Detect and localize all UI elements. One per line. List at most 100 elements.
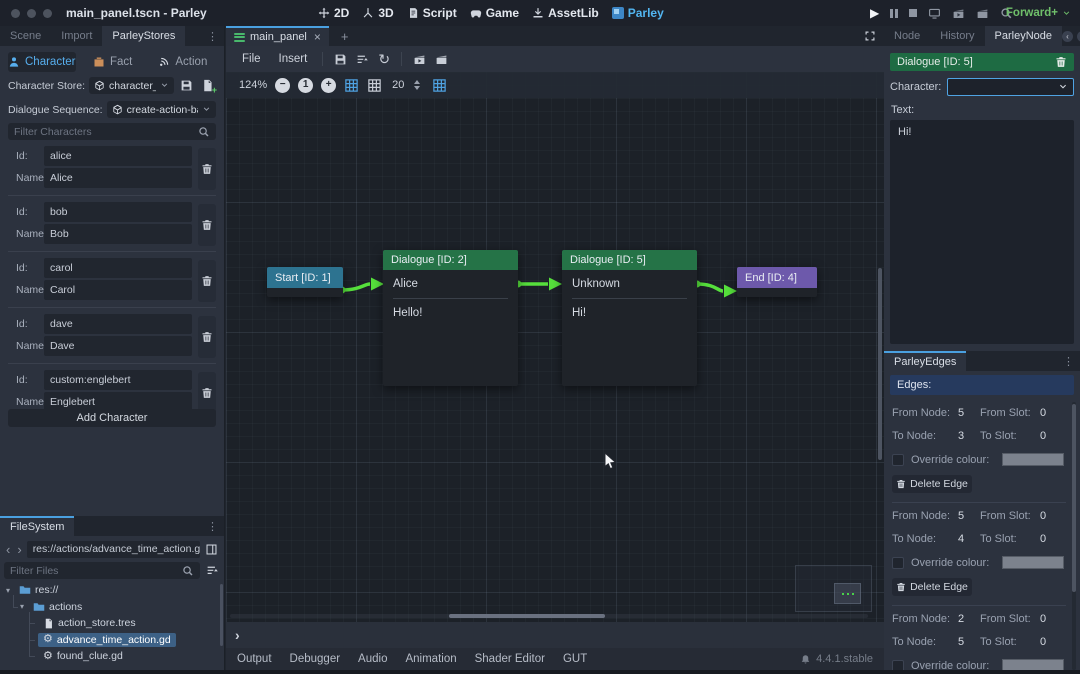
to-node-value[interactable]: 3 (958, 430, 980, 442)
store-tab-character[interactable]: Character (8, 52, 76, 72)
remote-debug-icon[interactable] (928, 7, 941, 20)
tab-history[interactable]: History (930, 26, 984, 46)
zoom-in-button[interactable]: + (321, 78, 336, 93)
character-id-field[interactable] (44, 146, 192, 166)
dock-menu-icon[interactable]: ⋮ (201, 26, 224, 46)
play-scene-button[interactable] (952, 7, 965, 20)
snap-distance-spinner[interactable] (414, 80, 420, 90)
character-store-dropdown[interactable]: character_st (89, 77, 174, 94)
graph-minimap[interactable] (795, 565, 872, 612)
tab-import[interactable]: Import (51, 26, 102, 46)
tab-parleyedges[interactable]: ParleyEdges (884, 351, 966, 371)
delete-character-button[interactable] (198, 372, 216, 414)
character-name-field[interactable] (44, 336, 192, 356)
refresh-icon[interactable]: ↻ (374, 49, 394, 69)
new-store-button[interactable]: + (199, 77, 216, 94)
bottom-tab-gut[interactable]: GUT (563, 653, 587, 665)
tree-item-actions[interactable]: ▾ actions (0, 599, 220, 616)
tabs-back-icon[interactable]: ‹ (1062, 31, 1073, 42)
character-id-field[interactable] (44, 202, 192, 222)
tree-item-res-root[interactable]: ▾ res:// (0, 582, 220, 599)
delete-edge-button[interactable]: Delete Edge (892, 578, 972, 596)
test-dialogue-icon[interactable] (409, 49, 429, 69)
graph-node-dialogue-5[interactable]: Dialogue [ID: 5] Unknown Hi! (562, 250, 697, 386)
bottom-tab-output[interactable]: Output (237, 653, 272, 665)
grid-toggle-icon[interactable] (367, 78, 382, 93)
store-tab-action[interactable]: Action (150, 52, 216, 72)
distraction-free-icon[interactable] (856, 26, 884, 46)
colour-swatch[interactable] (1002, 556, 1064, 569)
dock-menu-icon[interactable]: ⋮ (1057, 351, 1080, 371)
from-node-value[interactable]: 2 (958, 613, 980, 625)
filter-characters-input[interactable] (8, 123, 216, 140)
save-icon[interactable] (330, 49, 350, 69)
override-colour-checkbox[interactable] (892, 454, 904, 466)
file-menu[interactable]: File (234, 53, 269, 65)
pause-button[interactable] (890, 9, 898, 18)
stop-button[interactable] (909, 9, 917, 17)
play-button[interactable]: ▶ (870, 6, 879, 20)
colour-swatch[interactable] (1002, 453, 1064, 466)
expand-panel-icon[interactable]: › (235, 627, 240, 643)
bottom-tab-audio[interactable]: Audio (358, 653, 387, 665)
workspace-parley[interactable]: Parley (612, 6, 664, 20)
graph-node-start[interactable]: Start [ID: 1] (267, 267, 343, 297)
character-name-field[interactable] (44, 280, 192, 300)
delete-character-button[interactable] (198, 260, 216, 302)
file-sort-icon[interactable] (204, 562, 221, 579)
delete-character-button[interactable] (198, 148, 216, 190)
notifications-bell-icon[interactable] (800, 654, 811, 665)
bottom-tab-debugger[interactable]: Debugger (290, 653, 341, 665)
store-tab-fact[interactable]: Fact (80, 52, 146, 72)
from-slot-value[interactable]: 0 (1040, 613, 1066, 625)
arrange-nodes-icon[interactable] (352, 49, 372, 69)
add-character-button[interactable]: Add Character (8, 409, 216, 427)
delete-character-button[interactable] (198, 204, 216, 246)
play-custom-scene-button[interactable] (976, 7, 989, 20)
minimap-toggle-icon[interactable] (432, 78, 447, 93)
edges-scrollbar[interactable] (1072, 402, 1076, 670)
horizontal-scrollbar[interactable] (230, 614, 868, 618)
filter-files-input[interactable] (4, 562, 200, 579)
to-node-value[interactable]: 4 (958, 533, 980, 545)
vertical-scrollbar[interactable] (878, 268, 882, 460)
close-window-button[interactable] (11, 9, 20, 18)
graph-node-dialogue-2[interactable]: Dialogue [ID: 2] Alice Hello! (383, 250, 518, 386)
snap-toggle-icon[interactable] (344, 78, 359, 93)
delete-node-button[interactable] (1055, 56, 1067, 68)
character-id-field[interactable] (44, 258, 192, 278)
test-dialogue-from-start-icon[interactable] (431, 49, 451, 69)
from-slot-value[interactable]: 0 (1040, 510, 1066, 522)
bottom-tab-animation[interactable]: Animation (405, 653, 456, 665)
history-forward-icon[interactable]: › (15, 543, 23, 556)
filesystem-menu-icon[interactable]: ⋮ (201, 516, 224, 536)
delete-character-button[interactable] (198, 316, 216, 358)
character-name-field[interactable] (44, 168, 192, 188)
character-id-field[interactable] (44, 370, 192, 390)
snap-distance-value[interactable]: 20 (392, 79, 404, 91)
tab-parleynode[interactable]: ParleyNode (985, 26, 1062, 46)
to-slot-value[interactable]: 0 (1040, 430, 1066, 442)
workspace-assetlib[interactable]: AssetLib (532, 6, 599, 20)
filesystem-scrollbar[interactable] (220, 584, 223, 646)
close-tab-icon[interactable]: × (314, 30, 321, 44)
tab-filesystem[interactable]: FileSystem (0, 516, 74, 536)
tab-node[interactable]: Node (884, 26, 930, 46)
character-name-field[interactable] (44, 224, 192, 244)
current-path[interactable]: res://actions/advance_time_action.gd (27, 541, 200, 558)
from-node-value[interactable]: 5 (958, 510, 980, 522)
graph-canvas[interactable]: 124% − 1 + 20 (226, 72, 884, 622)
dialogue-sequence-dropdown[interactable]: create-action-basi (107, 101, 216, 118)
override-colour-checkbox[interactable] (892, 557, 904, 569)
dialogue-text-area[interactable]: Hi! (890, 120, 1074, 344)
workspace-2d[interactable]: 2D (318, 6, 349, 20)
character-select-dropdown[interactable] (947, 78, 1074, 96)
from-slot-value[interactable]: 0 (1040, 407, 1066, 419)
tab-parleystores[interactable]: ParleyStores (102, 26, 185, 46)
character-id-field[interactable] (44, 314, 192, 334)
toggle-split-mode-icon[interactable] (203, 541, 220, 558)
to-slot-value[interactable]: 0 (1040, 533, 1066, 545)
zoom-reset-button[interactable]: 1 (298, 78, 313, 93)
graph-node-end[interactable]: End [ID: 4] (737, 267, 817, 297)
zoom-window-button[interactable] (43, 9, 52, 18)
